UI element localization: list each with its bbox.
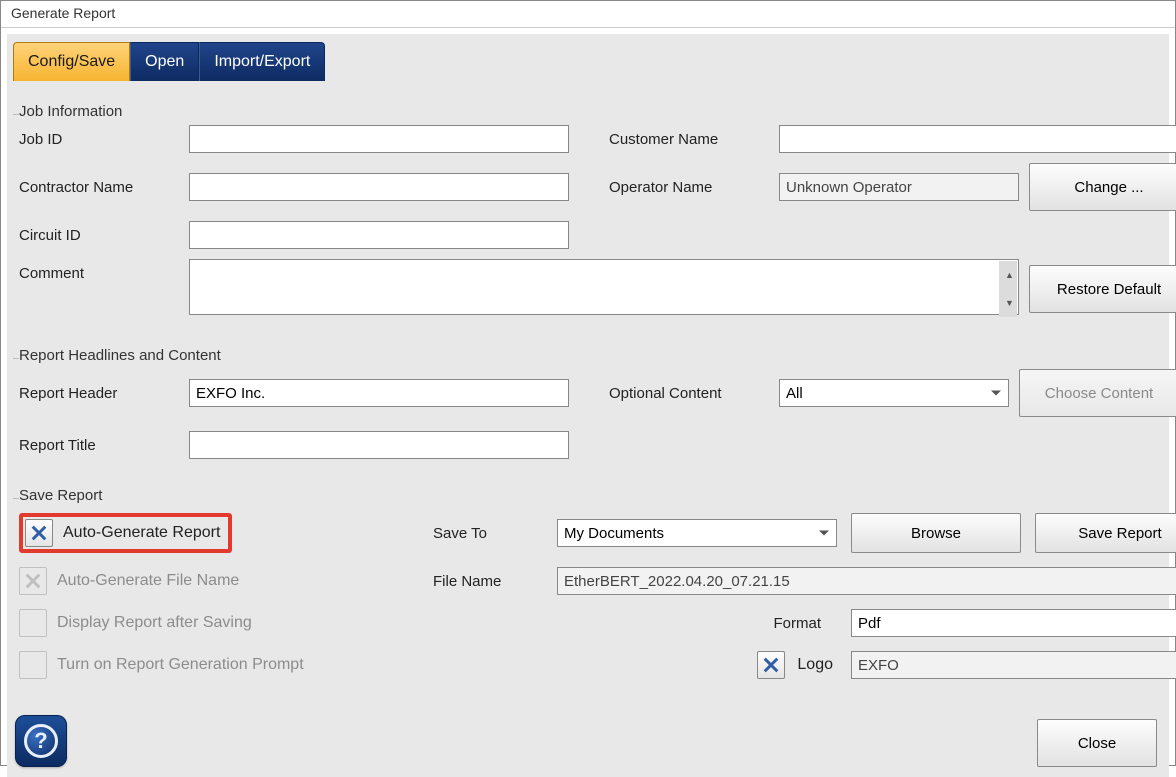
- config-save-panel: Job Information Job ID Customer Name Con…: [7, 81, 1169, 777]
- tab-open[interactable]: Open: [130, 42, 199, 81]
- close-button[interactable]: Close: [1037, 719, 1157, 767]
- browse-button[interactable]: Browse: [851, 513, 1021, 553]
- report-title-input[interactable]: [189, 431, 569, 459]
- change-operator-button[interactable]: Change ...: [1029, 163, 1176, 211]
- customer-name-input[interactable]: [779, 125, 1176, 153]
- auto-generate-report-highlight: Auto-Generate Report: [19, 513, 232, 553]
- job-id-label: Job ID: [19, 131, 189, 148]
- logo-label: Logo: [797, 656, 833, 674]
- auto-generate-report-label: Auto-Generate Report: [63, 524, 220, 542]
- file-name-input: [557, 567, 1176, 595]
- circuit-id-label: Circuit ID: [19, 227, 189, 244]
- save-report-button[interactable]: Save Report: [1035, 513, 1176, 553]
- bottom-bar: ? Close: [9, 697, 1167, 777]
- file-name-label: File Name: [433, 573, 543, 590]
- comment-label: Comment: [19, 259, 189, 282]
- content-area: Config/Save Open Import/Export Job Infor…: [7, 34, 1169, 777]
- x-check-icon: [762, 656, 780, 674]
- comment-scroll[interactable]: ▲ ▼: [999, 261, 1017, 317]
- report-title-label: Report Title: [19, 437, 189, 454]
- optional-content-label: Optional Content: [609, 385, 779, 402]
- tab-bar: Config/Save Open Import/Export: [7, 34, 1169, 81]
- report-generation-prompt-checkbox: [19, 651, 47, 679]
- report-generation-prompt-label: Turn on Report Generation Prompt: [57, 656, 304, 674]
- display-after-saving-label: Display Report after Saving: [57, 614, 252, 632]
- operator-name-label: Operator Name: [609, 179, 779, 196]
- x-check-icon: [24, 572, 42, 590]
- format-select[interactable]: Pdf: [851, 609, 1176, 637]
- format-label: Format: [557, 615, 837, 632]
- x-check-icon: [30, 524, 48, 542]
- report-headlines-group: Report Headlines and Content Report Head…: [13, 339, 1163, 463]
- optional-content-select[interactable]: All: [779, 379, 1009, 407]
- auto-generate-filename-label: Auto-Generate File Name: [57, 572, 239, 590]
- tab-import-export[interactable]: Import/Export: [199, 42, 325, 81]
- report-headlines-legend: Report Headlines and Content: [19, 347, 1163, 364]
- comment-textarea[interactable]: [189, 259, 1019, 315]
- comment-scroll-down[interactable]: ▼: [999, 289, 1017, 317]
- operator-name-input: [779, 173, 1019, 201]
- comment-scroll-up[interactable]: ▲: [999, 261, 1017, 289]
- auto-generate-filename-checkbox: [19, 567, 47, 595]
- tab-config-save[interactable]: Config/Save: [13, 42, 130, 81]
- contractor-name-input[interactable]: [189, 173, 569, 201]
- help-button[interactable]: ?: [15, 715, 67, 767]
- circuit-id-input[interactable]: [189, 221, 569, 249]
- job-information-legend: Job Information: [19, 103, 1163, 120]
- window-title: Generate Report: [1, 1, 1175, 28]
- help-icon: ?: [24, 724, 58, 758]
- choose-content-button: Choose Content: [1019, 369, 1176, 417]
- generate-report-window: Generate Report Config/Save Open Import/…: [0, 0, 1176, 766]
- restore-default-button[interactable]: Restore Default: [1029, 265, 1176, 313]
- save-to-select[interactable]: My Documents: [557, 519, 837, 547]
- save-report-legend: Save Report: [19, 487, 1163, 504]
- report-header-label: Report Header: [19, 385, 189, 402]
- display-after-saving-checkbox: [19, 609, 47, 637]
- job-id-input[interactable]: [189, 125, 569, 153]
- logo-checkbox[interactable]: [757, 651, 785, 679]
- job-information-group: Job Information Job ID Customer Name Con…: [13, 95, 1163, 323]
- save-to-label: Save To: [433, 525, 543, 542]
- logo-input: [851, 651, 1176, 679]
- report-header-input[interactable]: [189, 379, 569, 407]
- contractor-name-label: Contractor Name: [19, 179, 189, 196]
- auto-generate-report-checkbox[interactable]: [25, 519, 53, 547]
- save-report-group: Save Report: [13, 479, 1163, 687]
- customer-name-label: Customer Name: [609, 131, 779, 148]
